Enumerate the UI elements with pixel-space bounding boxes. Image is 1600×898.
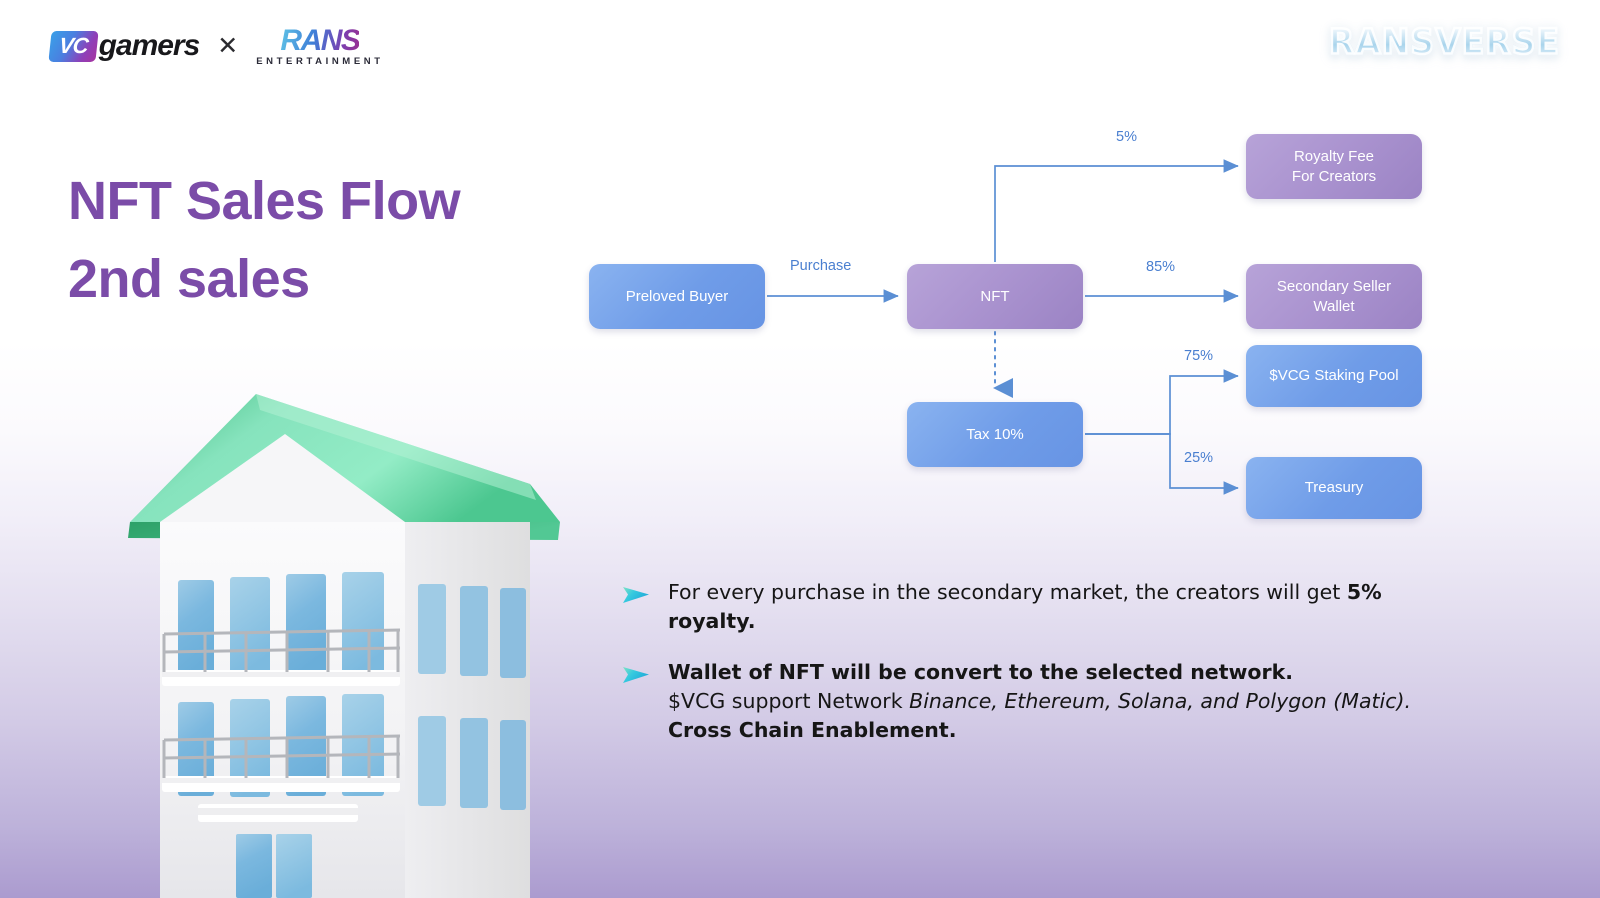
node-label: $VCG Staking Pool [1269,367,1399,385]
arrow-bullet-icon [622,585,650,610]
bullet-text: Wallet of NFT will be convert to the sel… [668,658,1411,745]
node-label-line-1: Royalty Fee [1293,148,1375,165]
node-tax[interactable]: Tax 10% [907,402,1083,467]
node-label: Tax 10% [966,425,1024,443]
node-label: NFT [980,287,1010,305]
bullet-heading: Wallet of NFT will be convert to the sel… [668,660,1294,685]
bullet-item-royalty: For every purchase in the secondary mark… [622,578,1422,636]
edge-label-secondary-percent: 85% [1146,259,1176,275]
slide-canvas: VC gamers ✕ RANS ENTERTAINMENT RANSVERSE… [0,0,1600,898]
node-label: Treasury [1304,479,1364,497]
edge-label-purchase: Purchase [790,258,852,274]
bullet-network-prefix: $VCG support Network [668,689,910,714]
node-label-line-2: Wallet [1313,297,1355,315]
bullet-cross-chain: Cross Chain Enablement. [668,718,957,743]
arrow-bullet-icon [622,665,650,690]
node-label-line-2: For Creators [1291,167,1377,185]
node-label-line-1: Secondary Seller [1276,278,1392,295]
bullet-text-plain: For every purchase in the secondary mark… [668,580,1347,604]
node-preloved-buyer[interactable]: Preloved Buyer [589,264,765,329]
node-treasury[interactable]: Treasury [1246,457,1422,519]
bullet-text: For every purchase in the secondary mark… [668,578,1422,636]
bullet-item-wallet: Wallet of NFT will be convert to the sel… [622,658,1422,745]
node-vcg-staking-pool[interactable]: $VCG Staking Pool [1246,345,1422,407]
node-label: Secondary Seller Wallet [1277,277,1391,316]
node-label: Preloved Buyer [625,287,729,305]
edge-label-royalty-percent: 5% [1116,129,1137,145]
node-label: Royalty Fee For Creators [1292,147,1376,186]
edge-label-treasury-percent: 25% [1184,450,1214,466]
node-secondary-seller-wallet[interactable]: Secondary Seller Wallet [1246,264,1422,329]
edge-label-staking-percent: 75% [1184,348,1214,364]
bullet-network-list: Binance, Ethereum, Solana, and Polygon (… [909,689,1412,714]
bullet-list: For every purchase in the secondary mark… [622,578,1422,746]
node-nft[interactable]: NFT [907,264,1083,329]
node-royalty-fee-for-creators[interactable]: Royalty Fee For Creators [1246,134,1422,199]
